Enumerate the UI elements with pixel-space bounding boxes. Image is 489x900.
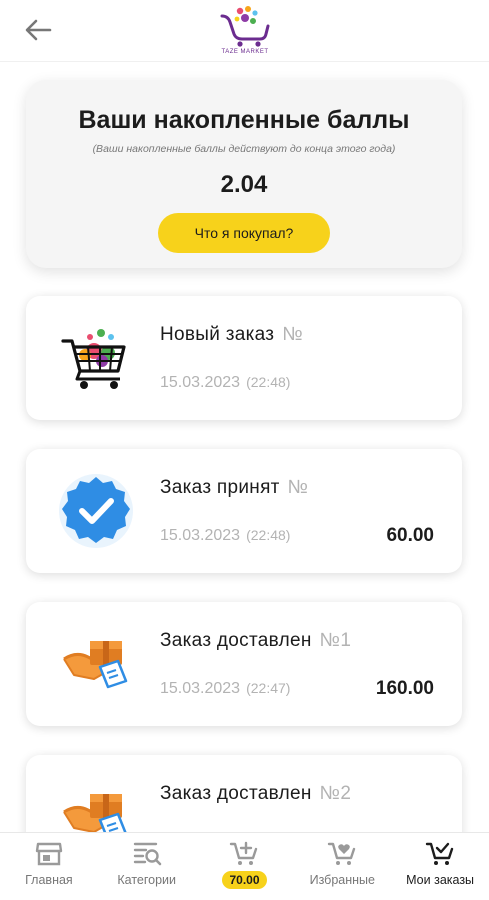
top-bar: TAZE MARKET: [0, 0, 489, 62]
cart-icon: [58, 320, 134, 396]
taze-market-logo[interactable]: TAZE MARKET: [212, 4, 278, 58]
cart-total-badge: 70.00: [222, 871, 267, 889]
nav-cart[interactable]: 70.00: [196, 833, 294, 900]
order-date-value: 15.03.2023: [160, 527, 241, 544]
bottom-nav: Главная Категории 70.00 Избранные Мои за…: [0, 832, 489, 900]
logo-cart-icon: [220, 6, 270, 47]
nav-home[interactable]: Главная: [0, 833, 98, 900]
order-time: (22:48): [246, 527, 291, 543]
order-status-label: Новый заказ: [160, 324, 275, 345]
what-i-bought-button[interactable]: Что я покупал?: [158, 213, 330, 253]
category-search-icon: [133, 842, 161, 866]
nav-home-label: Главная: [25, 873, 73, 887]
points-note: (Ваши накопленные баллы действуют до кон…: [92, 143, 396, 155]
nav-categories-label: Категории: [117, 873, 177, 887]
order-date: 15.03.2023 (22:48): [160, 374, 290, 392]
order-number: №1: [319, 630, 352, 651]
points-title: Ваши накопленные баллы: [78, 106, 410, 134]
order-number: №: [282, 324, 303, 345]
nav-favorites-label: Избранные: [309, 873, 375, 887]
points-card: Ваши накопленные баллы (Ваши накопленные…: [26, 80, 462, 268]
order-date-value: 15.03.2023: [160, 680, 241, 697]
order-status: Заказ доставлен №2: [160, 783, 351, 805]
order-card[interactable]: Заказ принят № 15.03.2023 (22:48) 60.00: [26, 449, 462, 573]
order-date: 15.03.2023 (22:47): [160, 680, 290, 698]
delivery-box-icon: [58, 626, 134, 702]
nav-favorites[interactable]: Избранные: [293, 833, 391, 900]
order-card[interactable]: Заказ доставлен №1 15.03.2023 (22:47) 160.…: [26, 602, 462, 726]
order-status: Заказ принят №: [160, 477, 308, 499]
nav-my-orders-label: Мои заказы: [406, 873, 475, 887]
order-time: (22:48): [246, 374, 291, 390]
cart-heart-icon: [328, 842, 356, 865]
order-card[interactable]: Новый заказ № 15.03.2023 (22:48): [26, 296, 462, 420]
order-number: №: [287, 477, 309, 498]
order-status-label: Заказ доставлен: [160, 630, 312, 651]
verified-check-icon: [58, 473, 134, 549]
order-date: 15.03.2023 (22:48): [160, 527, 290, 545]
order-amount: 60.00: [386, 525, 434, 546]
cart-add-icon: [230, 841, 258, 865]
order-amount: 160.00: [375, 678, 434, 699]
nav-categories[interactable]: Категории: [98, 833, 196, 900]
order-date-value: 15.03.2023: [160, 374, 241, 391]
order-status-label: Заказ принят: [160, 477, 280, 498]
nav-my-orders[interactable]: Мои заказы: [391, 833, 489, 900]
logo-text: TAZE MARKET: [221, 49, 269, 55]
cart-check-icon: [425, 842, 454, 865]
points-value: 2.04: [220, 171, 268, 198]
back-button[interactable]: [18, 12, 58, 48]
order-time: (22:47): [246, 680, 291, 696]
order-number: №2: [319, 783, 352, 804]
store-icon: [35, 842, 63, 866]
order-status: Новый заказ №: [160, 324, 303, 346]
arrow-left-icon: [25, 19, 52, 41]
order-status: Заказ доставлен №1: [160, 630, 351, 652]
order-status-label: Заказ доставлен: [160, 783, 312, 804]
